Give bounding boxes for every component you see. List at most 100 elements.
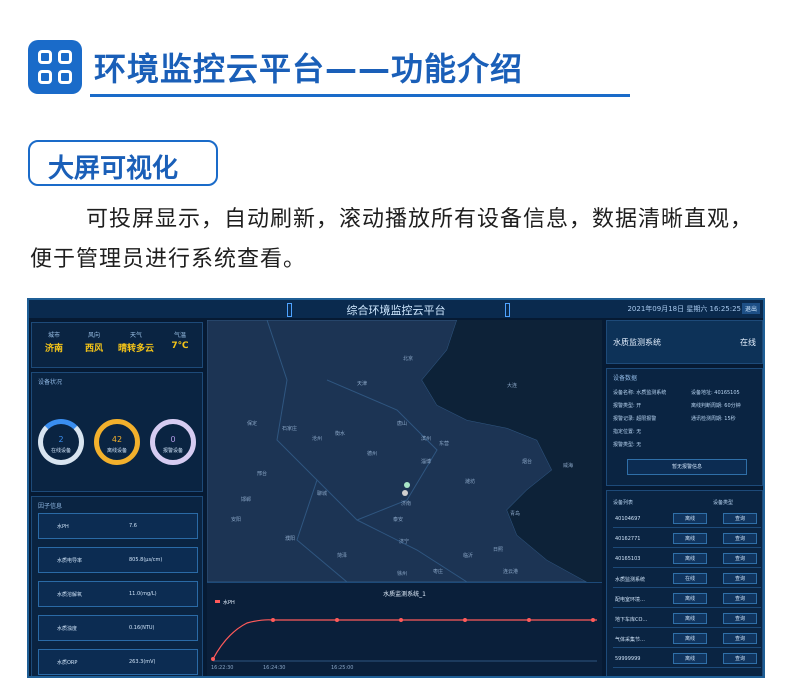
map-label: 枣庄 bbox=[433, 569, 444, 575]
alarm-count: 0 bbox=[170, 435, 176, 444]
device-row[interactable]: 40162771 离线 查询 bbox=[613, 531, 761, 548]
map-label: 临沂 bbox=[463, 553, 474, 559]
weather-panel: 城市 风向 天气 气温 济南 西风 晴转多云 7℃ bbox=[31, 322, 203, 368]
status-button[interactable]: 离线 bbox=[673, 613, 707, 624]
factor-value: 7.6 bbox=[129, 523, 137, 529]
device-row[interactable]: 气体采集节… 离线 查询 bbox=[613, 631, 761, 648]
factor-label: 水质溶解氧 bbox=[57, 592, 83, 598]
map-label: 东营 bbox=[439, 441, 450, 447]
factor-row[interactable]: 水PH 7.6 bbox=[38, 513, 198, 539]
query-button[interactable]: 查询 bbox=[723, 553, 757, 564]
factor-value: 263.3(mV) bbox=[129, 659, 156, 665]
alarm-ring: 0 报警设备 bbox=[150, 419, 196, 465]
map-label: 潍坊 bbox=[465, 479, 476, 485]
device-info-line: 报警类型: 开 bbox=[613, 403, 642, 409]
weather-label-weather: 天气 bbox=[129, 332, 142, 339]
map-label: 徐州 bbox=[397, 571, 408, 577]
status-button[interactable]: 离线 bbox=[673, 553, 707, 564]
offline-ring: 42 离线设备 bbox=[94, 419, 140, 465]
device-data-panel: 设备数据 设备名称: 水质监测系统 设备地址: 40165105 报警类型: 开… bbox=[606, 368, 763, 486]
device-info-line: 通讯检测周期: 15秒 bbox=[691, 416, 736, 422]
device-list-col1: 设备列表 bbox=[613, 500, 634, 506]
device-id: 40104697 bbox=[615, 516, 641, 522]
weather-value-temp: 7℃ bbox=[171, 341, 189, 351]
data-point bbox=[211, 657, 215, 661]
status-button[interactable]: 离线 bbox=[673, 593, 707, 604]
map-label: 邢台 bbox=[257, 471, 268, 477]
offline-count: 42 bbox=[111, 435, 123, 444]
no-alarm-button[interactable]: 暂无报警信息 bbox=[627, 459, 747, 475]
status-button[interactable]: 离线 bbox=[673, 533, 707, 544]
weather-label-temp: 气温 bbox=[173, 332, 186, 339]
factor-row[interactable]: 水质溶解氧 11.0(mg/L) bbox=[38, 581, 198, 607]
device-id: 40162771 bbox=[615, 536, 641, 542]
query-button[interactable]: 查询 bbox=[723, 573, 757, 584]
factor-row[interactable]: 水质电导率 805.8(μs/cm) bbox=[38, 547, 198, 573]
map-label: 濮阳 bbox=[285, 536, 296, 542]
map-label: 烟台 bbox=[522, 459, 533, 465]
map-label: 聊城 bbox=[317, 491, 328, 497]
x-tick-label: 16:25:00 bbox=[331, 665, 354, 671]
map-label: 滨州 bbox=[421, 436, 432, 442]
page-title: 环境监控云平台——功能介绍 bbox=[94, 50, 524, 88]
factor-label: 水质ORP bbox=[57, 660, 78, 666]
weather-label-wind: 风向 bbox=[87, 332, 100, 339]
quit-button[interactable]: 退出 bbox=[741, 303, 760, 314]
dashboard-datetime: 2021年09月18日 星期六 16:25:25 bbox=[627, 305, 741, 313]
device-name: 水质监测系统 bbox=[613, 338, 661, 347]
device-marker[interactable] bbox=[404, 482, 410, 488]
device-row[interactable]: 59999999 离线 查询 bbox=[613, 651, 761, 668]
map-label: 日照 bbox=[493, 547, 504, 553]
status-button[interactable]: 离线 bbox=[673, 513, 707, 524]
map-label: 沧州 bbox=[312, 436, 323, 442]
section-badge: 大屏可视化 bbox=[28, 140, 218, 186]
query-button[interactable]: 查询 bbox=[723, 533, 757, 544]
map-label: 连云港 bbox=[503, 569, 519, 575]
device-header-panel: 水质监测系统 在线 bbox=[606, 320, 763, 364]
online-label: 在线设备 bbox=[50, 448, 71, 454]
device-row[interactable]: 40165103 离线 查询 bbox=[613, 551, 761, 568]
x-tick-label: 16:24:30 bbox=[263, 665, 286, 671]
device-row[interactable]: 40104697 离线 查询 bbox=[613, 511, 761, 528]
map-label: 济南 bbox=[401, 501, 412, 507]
map-view[interactable]: 北京 天津 唐山 保定 沧州 石家庄 衡水 德州 邢台 聊城 东营 滨州 淄博 … bbox=[207, 320, 602, 582]
section-title: 大屏可视化 bbox=[48, 154, 179, 184]
query-button[interactable]: 查询 bbox=[723, 653, 757, 664]
factor-row[interactable]: 水质浊度 0.16(NTU) bbox=[38, 615, 198, 641]
factor-value: 805.8(μs/cm) bbox=[129, 557, 163, 563]
weather-value-city: 济南 bbox=[44, 344, 63, 354]
factor-title: 因子信息 bbox=[38, 503, 63, 510]
trend-chart: 水质监测系统_1 水PH 16:22:30 16:24:30 16:25:00 bbox=[207, 582, 602, 676]
online-count: 2 bbox=[58, 435, 64, 444]
data-point bbox=[335, 618, 339, 622]
status-button[interactable]: 在线 bbox=[673, 573, 707, 584]
map-label: 菏泽 bbox=[337, 553, 348, 559]
data-point bbox=[527, 618, 531, 622]
device-info-line: 离线判断周期: 60分钟 bbox=[691, 403, 741, 409]
chart-legend: 水PH bbox=[223, 600, 235, 606]
device-id: 40165103 bbox=[615, 556, 641, 562]
device-marker[interactable] bbox=[402, 490, 408, 496]
device-row[interactable]: 地下车库CO… 离线 查询 bbox=[613, 611, 761, 628]
device-list-col2: 设备类型 bbox=[713, 500, 734, 506]
map-label: 德州 bbox=[367, 451, 378, 457]
description-text: 可投屏显示，自动刷新，滚动播放所有设备信息，数据清晰直观，便于管理员进行系统查看… bbox=[30, 207, 754, 272]
device-status: 在线 bbox=[740, 338, 756, 347]
data-point bbox=[463, 618, 467, 622]
query-button[interactable]: 查询 bbox=[723, 613, 757, 624]
factor-row[interactable]: 水质ORP 263.3(mV) bbox=[38, 649, 198, 675]
device-row[interactable]: 水质监测系统 在线 查询 bbox=[613, 571, 761, 588]
device-info-line: 报警类型: 无 bbox=[613, 442, 642, 448]
query-button[interactable]: 查询 bbox=[723, 633, 757, 644]
factor-value: 0.16(NTU) bbox=[129, 625, 155, 631]
device-row[interactable]: 配电室环境… 离线 查询 bbox=[613, 591, 761, 608]
map-label: 天津 bbox=[357, 381, 368, 387]
factor-label: 水质电导率 bbox=[57, 558, 83, 564]
query-button[interactable]: 查询 bbox=[723, 593, 757, 604]
x-tick-label: 16:22:30 bbox=[211, 665, 234, 671]
status-button[interactable]: 离线 bbox=[673, 633, 707, 644]
query-button[interactable]: 查询 bbox=[723, 513, 757, 524]
status-button[interactable]: 离线 bbox=[673, 653, 707, 664]
weather-value-weather: 晴转多云 bbox=[117, 344, 154, 354]
map-label: 唐山 bbox=[397, 421, 408, 427]
